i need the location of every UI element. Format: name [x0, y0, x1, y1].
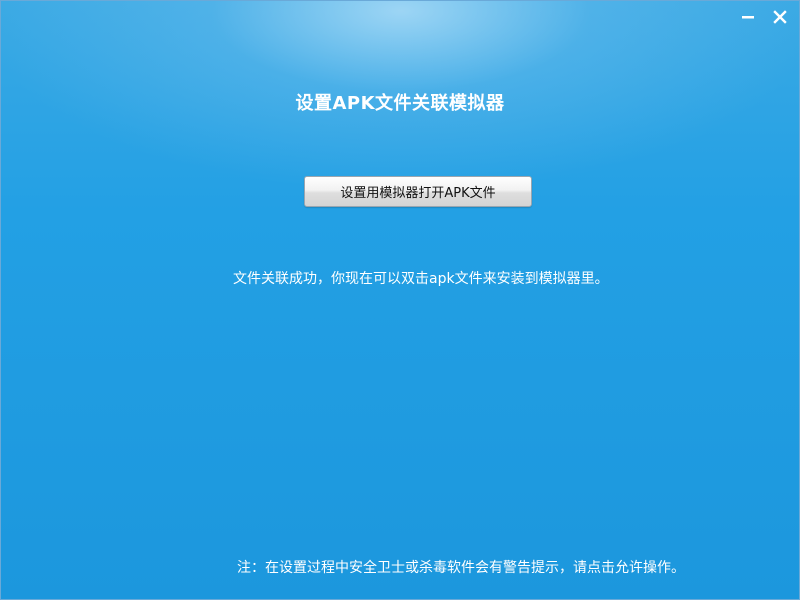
set-apk-association-button[interactable]: 设置用模拟器打开APK文件	[304, 176, 532, 207]
close-icon	[773, 10, 787, 24]
dialog-title: 设置APK文件关联模拟器	[295, 93, 505, 114]
set-apk-association-button-label: 设置用模拟器打开APK文件	[340, 186, 496, 201]
window-controls	[737, 7, 791, 27]
close-button[interactable]	[769, 7, 791, 27]
status-message: 文件关联成功，你现在可以双击apk文件来安装到模拟器里。	[233, 271, 609, 287]
minimize-button[interactable]	[737, 7, 759, 27]
dialog-window: 设置APK文件关联模拟器 设置用模拟器打开APK文件 文件关联成功，你现在可以双…	[0, 0, 800, 600]
minimize-icon	[742, 16, 754, 19]
footer-note: 注：在设置过程中安全卫士或杀毒软件会有警告提示，请点击允许操作。	[237, 560, 685, 576]
